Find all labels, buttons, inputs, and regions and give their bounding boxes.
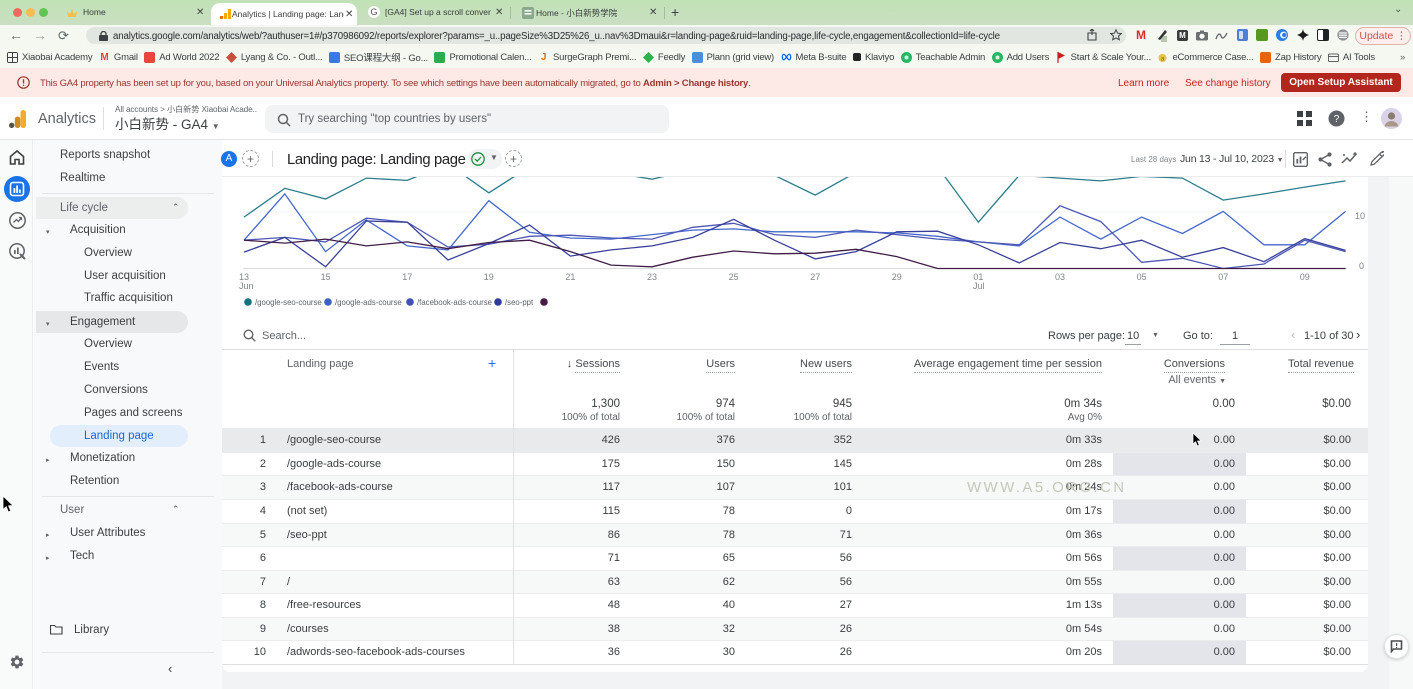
svg-text:23: 23 [647,272,657,282]
svg-text:?: ? [1334,114,1340,125]
svg-text:10: 10 [1355,211,1365,221]
svg-text:25: 25 [729,272,739,282]
svg-text:Jun: Jun [239,281,254,291]
svg-text:09: 09 [1300,272,1310,282]
svg-text:07: 07 [1218,272,1228,282]
svg-text:G: G [370,7,377,17]
svg-text:Jul: Jul [973,281,985,291]
svg-text:21: 21 [565,272,575,282]
svg-text:29: 29 [892,272,902,282]
svg-text:03: 03 [1055,272,1065,282]
svg-text:27: 27 [810,272,820,282]
svg-text:05: 05 [1137,272,1147,282]
svg-text:/google-seo-course: /google-seo-course [255,298,322,307]
svg-text:0: 0 [1359,261,1364,271]
svg-text:/facebook-ads-course: /facebook-ads-course [417,298,492,307]
svg-text:17: 17 [402,272,412,282]
svg-text:19: 19 [484,272,494,282]
svg-text:15: 15 [321,272,331,282]
svg-text:/seo-ppt: /seo-ppt [505,298,534,307]
svg-text:/google-ads-course: /google-ads-course [335,298,402,307]
